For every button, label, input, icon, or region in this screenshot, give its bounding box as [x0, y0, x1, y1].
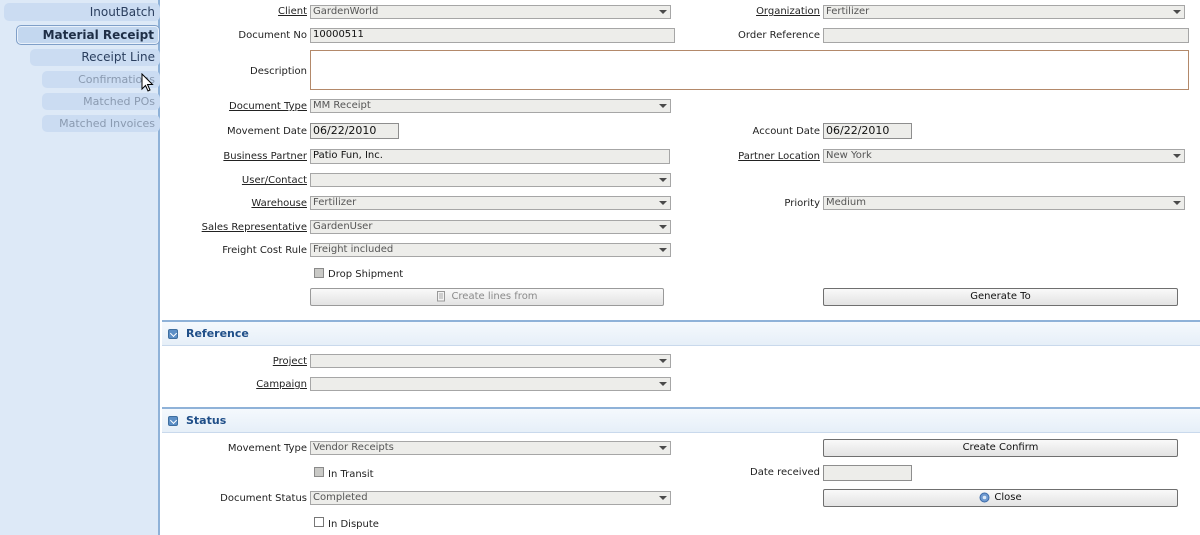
document-type-label: Document Type — [229, 101, 307, 112]
sales-rep-select[interactable]: GardenUser — [310, 220, 671, 234]
document-no-label: Document No — [238, 30, 307, 41]
description-textarea[interactable] — [310, 50, 1189, 90]
collapse-icon[interactable] — [168, 416, 178, 426]
chevron-down-icon — [659, 201, 667, 205]
user-contact-label: User/Contact — [241, 175, 307, 186]
drop-shipment-label: Drop Shipment — [328, 269, 404, 280]
drop-shipment-checkbox[interactable] — [314, 268, 324, 278]
document-type-value: MM Receipt — [313, 100, 371, 111]
date-received-field[interactable] — [823, 465, 912, 481]
generate-to-button[interactable]: Generate To — [823, 288, 1178, 306]
in-transit-checkbox[interactable] — [314, 467, 324, 477]
sales-rep-label: Sales Representative — [201, 222, 307, 233]
in-transit-label: In Transit — [328, 469, 374, 480]
chevron-down-icon — [659, 446, 667, 450]
generate-to-label: Generate To — [970, 291, 1031, 302]
order-reference-field[interactable] — [823, 28, 1189, 43]
partner-location-value: New York — [826, 150, 872, 161]
priority-value: Medium — [826, 197, 866, 208]
account-date-value: 06/22/2010 — [826, 124, 890, 137]
movement-type-select[interactable]: Vendor Receipts — [310, 441, 671, 455]
document-no-field[interactable]: 10000511 — [310, 28, 675, 43]
business-partner-value: Patio Fun, Inc. — [313, 150, 383, 161]
warehouse-label: Warehouse — [251, 198, 307, 209]
partner-location-label: Partner Location — [738, 151, 820, 162]
organization-select[interactable]: Fertilizer — [823, 5, 1185, 19]
account-date-field[interactable]: 06/22/2010 — [823, 123, 912, 139]
order-reference-label: Order Reference — [738, 30, 820, 41]
campaign-label: Campaign — [256, 379, 307, 390]
tab-matched-pos: Matched POs — [42, 93, 160, 110]
priority-label: Priority — [784, 198, 820, 209]
document-type-select[interactable]: MM Receipt — [310, 99, 671, 113]
document-status-value: Completed — [313, 492, 368, 503]
sales-rep-value: GardenUser — [313, 221, 373, 232]
user-contact-select[interactable] — [310, 173, 671, 187]
status-section-header[interactable]: Status — [162, 407, 1200, 433]
chevron-down-icon — [1173, 10, 1181, 14]
movement-type-value: Vendor Receipts — [313, 442, 394, 453]
sidebar: InoutBatch Material Receipt Receipt Line… — [0, 0, 160, 535]
client-select[interactable]: GardenWorld — [310, 5, 671, 19]
movement-type-label: Movement Type — [227, 443, 307, 454]
business-partner-label: Business Partner — [223, 151, 307, 162]
chevron-down-icon — [659, 382, 667, 386]
tab-inoutbatch[interactable]: InoutBatch — [4, 3, 160, 21]
chevron-down-icon — [659, 248, 667, 252]
freight-cost-rule-value: Freight included — [313, 244, 394, 255]
organization-value: Fertilizer — [826, 6, 870, 17]
freight-cost-rule-label: Freight Cost Rule — [222, 245, 307, 256]
chevron-down-icon — [659, 359, 667, 363]
account-date-label: Account Date — [752, 126, 820, 137]
client-label: Client — [278, 6, 307, 17]
chevron-down-icon — [659, 225, 667, 229]
movement-date-field[interactable]: 06/22/2010 — [310, 123, 399, 139]
create-lines-from-label: Create lines from — [451, 291, 538, 302]
organization-label: Organization — [756, 6, 820, 17]
chevron-down-icon — [659, 104, 667, 108]
tab-material-receipt[interactable]: Material Receipt — [16, 25, 160, 45]
movement-date-label: Movement Date — [226, 126, 307, 137]
close-label: Close — [994, 492, 1022, 503]
document-no-value: 10000511 — [313, 29, 364, 40]
close-button[interactable]: Close — [823, 489, 1178, 507]
collapse-icon[interactable] — [168, 329, 178, 339]
campaign-select[interactable] — [310, 377, 671, 391]
chevron-down-icon — [659, 178, 667, 182]
tab-matched-invoices: Matched Invoices — [42, 115, 160, 132]
document-status-label: Document Status — [220, 493, 307, 504]
client-value: GardenWorld — [313, 6, 379, 17]
document-status-select[interactable]: Completed — [310, 491, 671, 505]
in-dispute-checkbox[interactable] — [314, 517, 324, 527]
chevron-down-icon — [659, 496, 667, 500]
warehouse-select[interactable]: Fertilizer — [310, 196, 671, 210]
partner-location-select[interactable]: New York — [823, 149, 1185, 163]
status-section-title: Status — [186, 414, 227, 427]
chevron-down-icon — [1173, 201, 1181, 205]
tab-receipt-line[interactable]: Receipt Line — [30, 49, 160, 66]
business-partner-field[interactable]: Patio Fun, Inc. — [310, 149, 670, 164]
document-icon — [437, 290, 446, 301]
create-confirm-button[interactable]: Create Confirm — [823, 439, 1178, 457]
mouse-pointer-icon — [141, 73, 154, 92]
description-label: Description — [250, 66, 307, 77]
freight-cost-rule-select[interactable]: Freight included — [310, 243, 671, 257]
gear-icon — [979, 492, 990, 502]
date-received-label: Date received — [750, 467, 820, 478]
reference-section-title: Reference — [186, 327, 249, 340]
chevron-down-icon — [1173, 154, 1181, 158]
project-label: Project — [272, 356, 307, 367]
movement-date-value: 06/22/2010 — [313, 124, 377, 137]
priority-select[interactable]: Medium — [823, 196, 1185, 210]
project-select[interactable] — [310, 354, 671, 368]
warehouse-value: Fertilizer — [313, 197, 357, 208]
chevron-down-icon — [659, 10, 667, 14]
in-dispute-label: In Dispute — [328, 519, 379, 530]
reference-section-header[interactable]: Reference — [162, 320, 1200, 346]
create-lines-from-button[interactable]: Create lines from — [310, 288, 664, 306]
create-confirm-label: Create Confirm — [962, 442, 1039, 453]
